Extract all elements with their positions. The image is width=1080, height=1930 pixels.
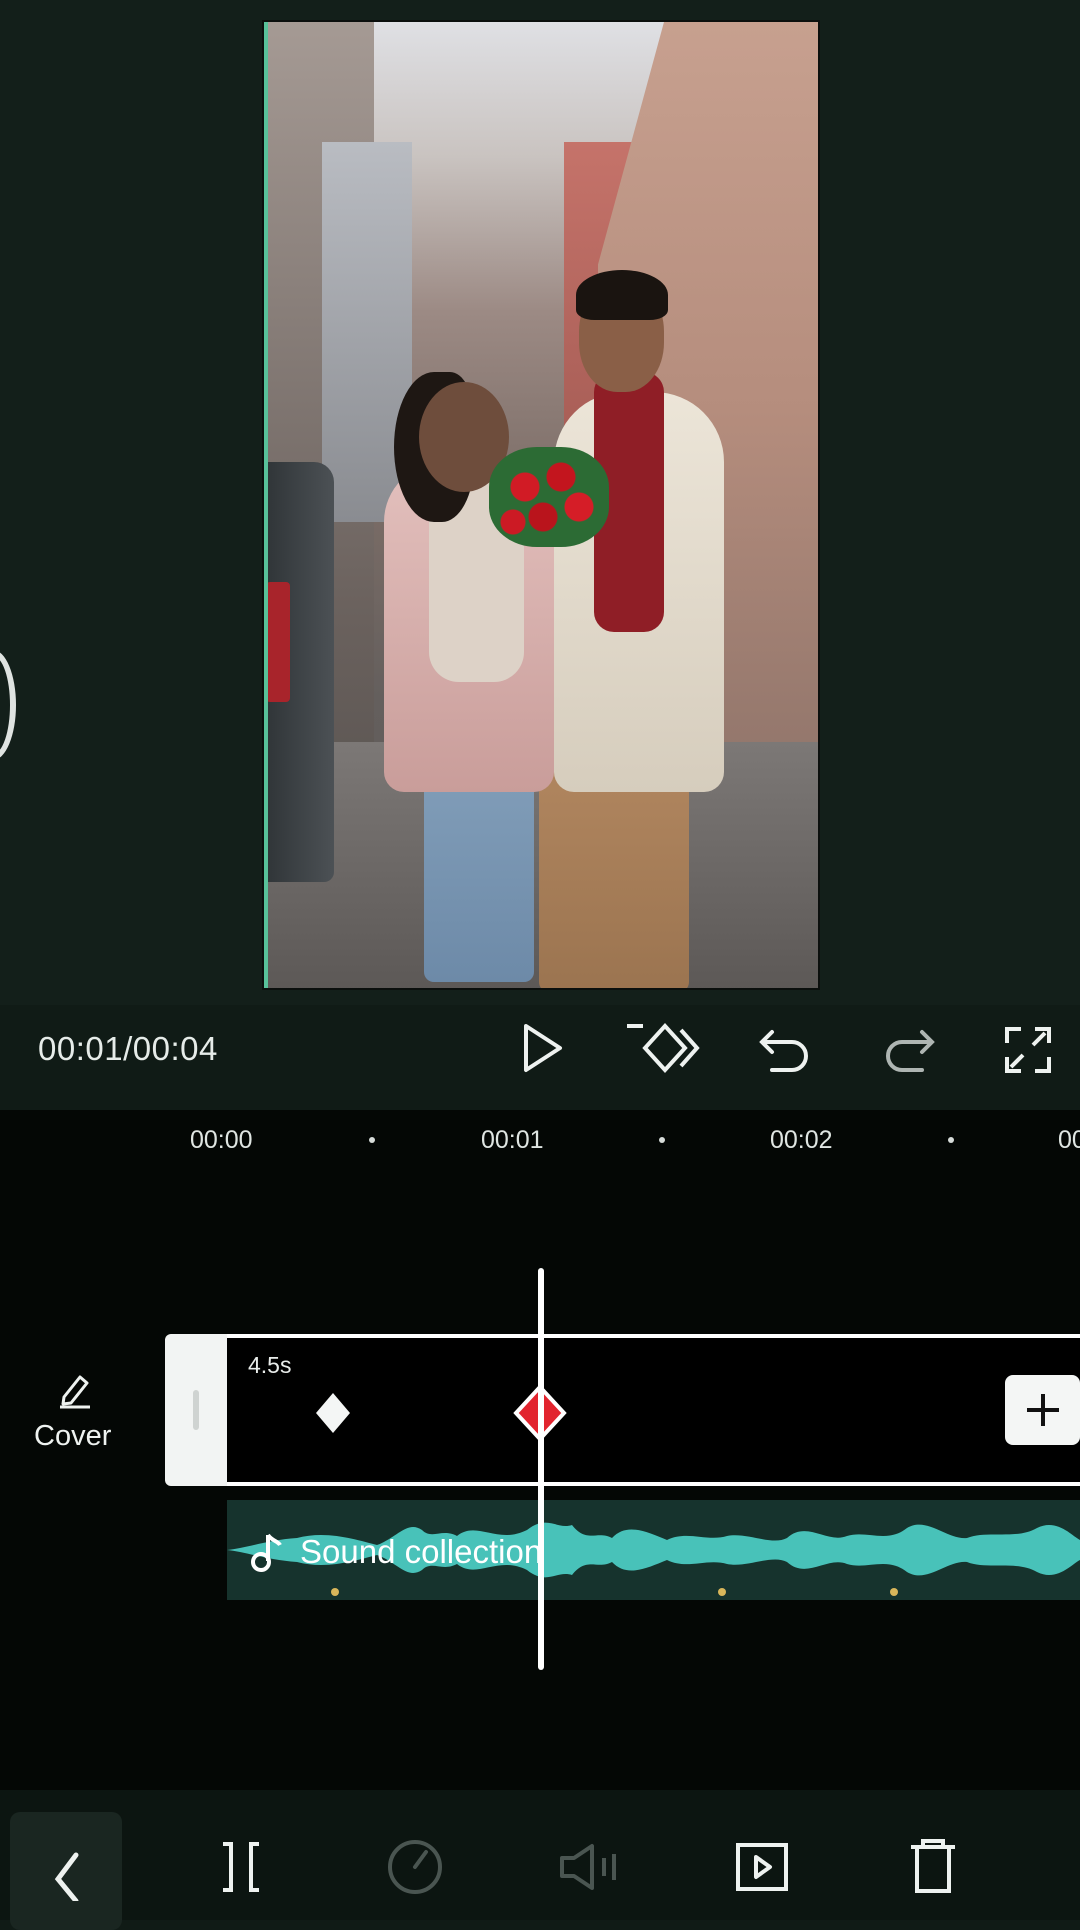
scene-roses: [489, 447, 609, 547]
ruler-dot: [659, 1137, 665, 1143]
fullscreen-icon[interactable]: [1002, 1024, 1054, 1076]
volume-icon: [556, 1840, 626, 1894]
video-clip[interactable]: [165, 1334, 1080, 1486]
redo-icon[interactable]: [880, 1022, 936, 1074]
playhead[interactable]: [538, 1268, 544, 1670]
back-button[interactable]: [10, 1812, 122, 1930]
pencil-icon: [55, 1370, 95, 1410]
split-icon[interactable]: [215, 1838, 267, 1896]
cover-button[interactable]: Cover: [20, 1365, 130, 1465]
frame-edge: [264, 22, 268, 988]
time-display: 00:01/00:04: [38, 1030, 218, 1067]
play-icon[interactable]: [508, 1022, 578, 1074]
chevron-left-icon: [54, 1852, 79, 1901]
scene-man-hair: [576, 270, 668, 320]
scene-car-light: [266, 582, 290, 702]
ruler-tick: 00:01: [481, 1126, 544, 1154]
plus-icon: [1026, 1394, 1059, 1426]
cover-label: Cover: [34, 1420, 112, 1452]
trim-grip: [193, 1390, 199, 1430]
clip-duration: 4.5s: [248, 1352, 292, 1378]
video-preview[interactable]: [262, 20, 820, 990]
ruler-dot: [369, 1137, 375, 1143]
keyframe-marker[interactable]: [314, 1391, 352, 1435]
animation-icon[interactable]: [732, 1838, 792, 1896]
add-clip-button[interactable]: [1005, 1375, 1080, 1445]
ruler-tick: 00:02: [770, 1126, 833, 1154]
music-note-icon: [248, 1530, 284, 1574]
ruler-tick: 00:00: [190, 1126, 253, 1154]
ruler-tick: 00: [1058, 1126, 1080, 1154]
delete-icon[interactable]: [905, 1838, 961, 1896]
keyframe-icon[interactable]: [625, 1018, 701, 1078]
audio-track-label: Sound collection: [300, 1533, 543, 1570]
ruler-dot: [948, 1137, 954, 1143]
speed-icon: [385, 1838, 445, 1896]
undo-icon[interactable]: [758, 1022, 814, 1074]
